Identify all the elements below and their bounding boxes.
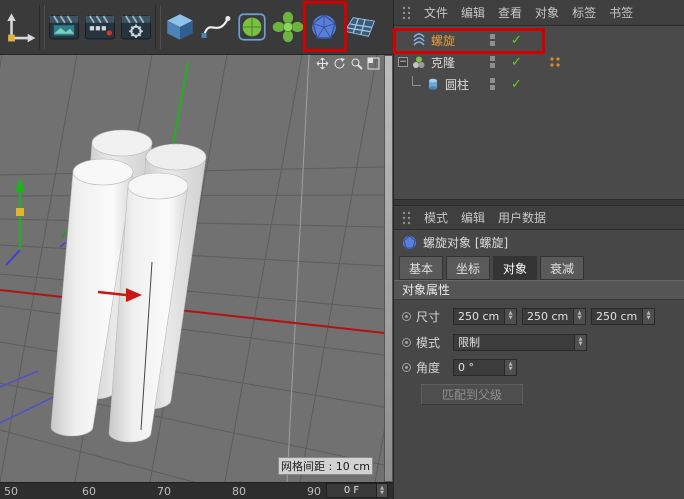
mograph-badge-icon [549,56,561,68]
world-axis-gizmo[interactable] [6,177,25,265]
helix-object-icon [402,235,417,250]
mode-label: 模式 [416,334,440,351]
size-label: 尺寸 [416,308,440,325]
object-properties-header: 对象属性 [394,280,684,300]
primitive-cube-icon[interactable] [162,3,198,51]
size-z-field[interactable]: 250 cm▲▼ [591,308,655,325]
floor-grid-icon[interactable] [342,3,378,51]
tab-coordinates[interactable]: 坐标 [446,256,490,280]
viewport-scrollbar[interactable] [384,55,393,482]
viewport-3d[interactable]: 网格间距 : 10 cm [0,55,384,482]
cinema4d-window: 网格间距 : 10 cm 50 60 70 80 90 0 F ▲▼ 文件 编辑… [0,0,684,499]
keyframe-dot-icon[interactable] [402,363,411,372]
cylinder-objects[interactable] [51,130,206,442]
cylinder-object-icon [426,77,440,91]
grid-spacing-label: 网格间距 : 10 cm [278,457,373,475]
menu-file[interactable]: 文件 [424,4,448,21]
object-manager-menubar: 文件 编辑 查看 对象 标签 书签 [394,0,684,26]
ruler-tick-label: 80 [232,485,246,498]
viewport-nav-controls [316,57,380,70]
menu-edit[interactable]: 编辑 [461,209,485,226]
object-row-cylinder[interactable]: 圆柱 ✓ [394,73,684,95]
toolbar-separator [39,5,45,49]
render-region-icon[interactable] [82,3,118,51]
menu-edit[interactable]: 编辑 [461,4,485,21]
keyframe-dot-icon[interactable] [402,312,411,321]
panel-grip-icon[interactable] [402,6,411,20]
attribute-manager-menubar: 模式 编辑 用户数据 [394,206,684,230]
keyframe-dot-icon[interactable] [402,338,411,347]
visibility-toggles[interactable] [490,34,495,46]
toolbar-separator [155,5,161,49]
collapse-toggle-icon[interactable]: − [398,57,408,67]
enable-check-icon[interactable]: ✓ [511,55,522,70]
visibility-toggles[interactable] [490,56,495,68]
object-name[interactable]: 圆柱 [445,76,469,93]
ruler-tick-label: 70 [157,485,171,498]
menu-view[interactable]: 查看 [498,4,522,21]
match-to-parent-button[interactable]: 匹配到父级 [421,384,523,405]
visibility-toggles[interactable] [490,78,495,90]
orbit-view-icon[interactable] [333,57,346,70]
hierarchy-connector [412,76,421,86]
attribute-tabs: 基本 坐标 对象 衰减 [394,254,684,280]
spinner[interactable]: ▲▼ [642,308,655,325]
size-x-field[interactable]: 250 cm▲▼ [453,308,517,325]
panel-splitter[interactable] [394,199,684,206]
panel-grip-icon[interactable] [402,211,411,225]
spinner[interactable]: ▲▼ [573,308,586,325]
attribute-title-row: 螺旋对象 [螺旋] [394,230,684,254]
angle-label: 角度 [416,359,440,376]
tab-basic[interactable]: 基本 [399,256,443,280]
object-row-helix[interactable]: 螺旋 ✓ [394,29,684,51]
dropdown-arrows-icon[interactable]: ▲▼ [574,334,587,351]
mode-dropdown[interactable]: 限制▲▼ [453,334,587,351]
helix-deformer-icon[interactable] [306,3,342,51]
object-row-cloner[interactable]: − 克隆 ✓ [394,51,684,73]
zoom-view-icon[interactable] [350,57,363,70]
enable-check-icon[interactable]: ✓ [511,33,522,48]
menu-object[interactable]: 对象 [535,4,559,21]
timeline-frame-field[interactable]: 0 F ▲▼ [326,483,388,498]
angle-property-row: 角度 0 °▲▼ [394,357,684,377]
frame-value: 0 F [327,484,376,497]
main-toolbar [0,0,393,55]
helix-object-icon [412,33,426,47]
tab-object[interactable]: 对象 [493,256,537,280]
spinner[interactable]: ▲▼ [504,359,517,376]
object-name[interactable]: 螺旋 [431,32,455,49]
menu-mode[interactable]: 模式 [424,209,448,226]
right-panel: 文件 编辑 查看 对象 标签 书签 螺旋 ✓ − 克隆 ✓ [393,0,684,499]
object-manager-list: 螺旋 ✓ − 克隆 ✓ 圆柱 ✓ [394,26,684,199]
tab-falloff[interactable]: 衰减 [540,256,584,280]
object-name[interactable]: 克隆 [431,54,455,71]
enable-check-icon[interactable]: ✓ [511,77,522,92]
subdivision-surface-icon[interactable] [234,3,270,51]
move-tool-icon[interactable] [2,3,38,51]
attribute-object-title: 螺旋对象 [螺旋] [423,234,508,251]
menu-tags[interactable]: 标签 [572,4,596,21]
ruler-tick-label: 60 [82,485,96,498]
spinner[interactable]: ▲▼ [504,308,517,325]
ruler-tick-label: 50 [4,485,18,498]
render-settings-icon[interactable] [118,3,154,51]
menu-bookmarks[interactable]: 书签 [609,4,633,21]
angle-field[interactable]: 0 °▲▼ [453,359,517,376]
spline-pen-icon[interactable] [198,3,234,51]
toggle-view-icon[interactable] [367,57,380,70]
cloner-object-icon [412,55,426,69]
ruler-tick-label: 90 [307,485,321,498]
pan-view-icon[interactable] [316,57,329,70]
size-y-field[interactable]: 250 cm▲▼ [522,308,586,325]
mode-property-row: 模式 限制▲▼ [394,332,684,352]
viewport-canvas[interactable] [0,55,384,482]
size-property-row: 尺寸 250 cm▲▼ 250 cm▲▼ 250 cm▲▼ [394,306,684,326]
menu-user-data[interactable]: 用户数据 [498,209,546,226]
array-generator-icon[interactable] [270,3,306,51]
render-view-icon[interactable] [46,3,82,51]
frame-spinner[interactable]: ▲▼ [376,484,387,497]
world-x-axis [0,290,384,333]
